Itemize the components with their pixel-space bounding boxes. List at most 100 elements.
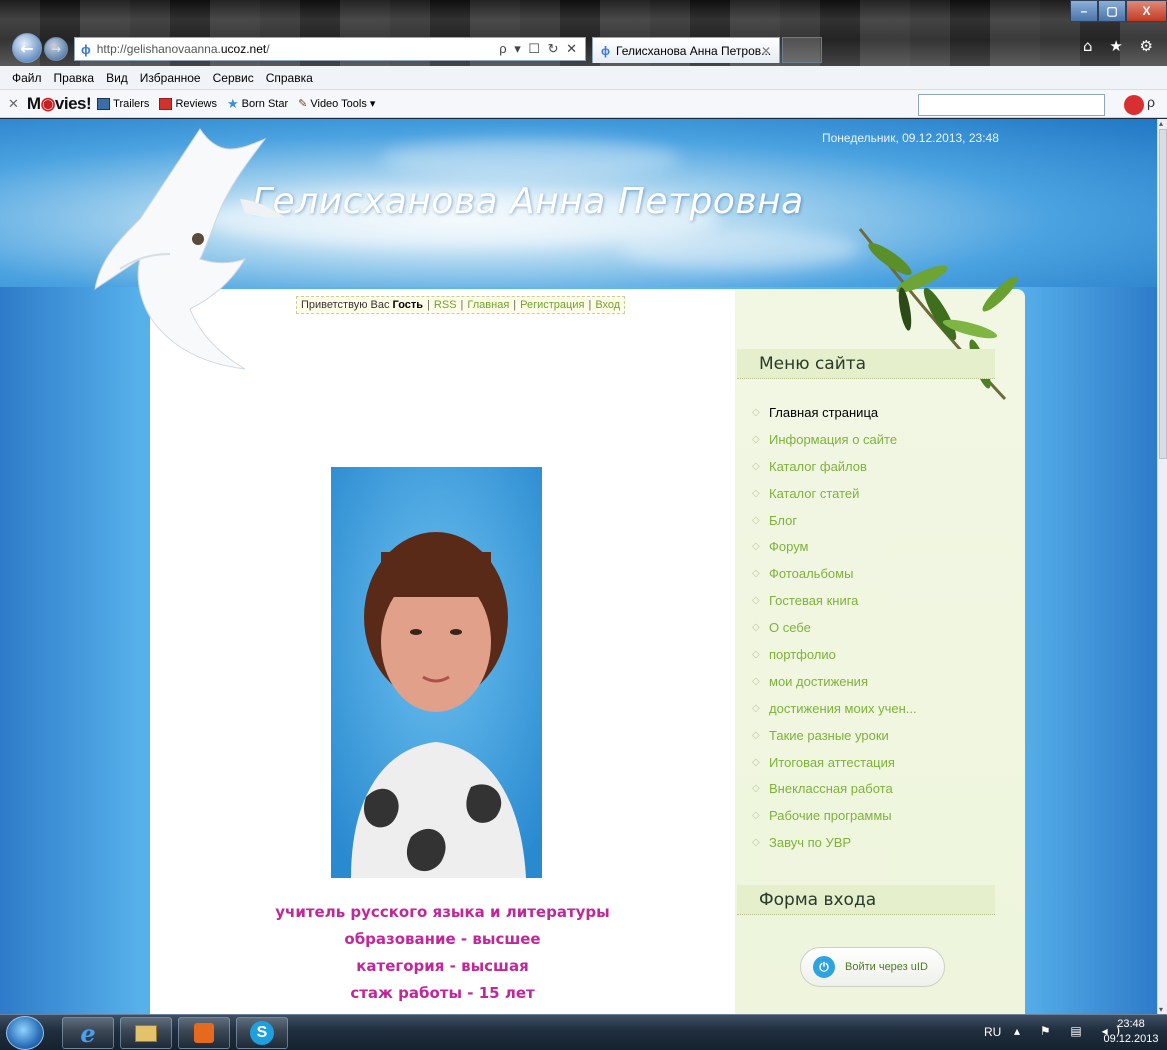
forward-arrow-icon: → bbox=[50, 42, 62, 56]
site-title[interactable]: Гелисханова Анна Петровна bbox=[252, 181, 804, 222]
minimize-button[interactable]: – bbox=[1070, 0, 1098, 22]
star-icon: ★ bbox=[227, 95, 239, 111]
menu-favorites[interactable]: Избранное bbox=[140, 71, 201, 85]
register-link[interactable]: Регистрация bbox=[520, 299, 584, 311]
address-actions[interactable]: ρ ▾ ☐ ↻ ✕ bbox=[499, 41, 579, 57]
taskbar-ie[interactable]: e bbox=[62, 1017, 114, 1049]
toolbar-trailers[interactable]: Trailers bbox=[97, 97, 149, 110]
address-domain: ucoz.net bbox=[220, 42, 267, 56]
sidebar-menu-item[interactable]: ◇ достижения моих учен... bbox=[752, 695, 917, 722]
browser-titlebar: ← → ϕ http://gelishanovaanna. ucoz.net / ρ… bbox=[0, 0, 1167, 66]
web-page: Понедельник, 09.12.2013, 23:48 Гелисхано… bbox=[0, 119, 1157, 1014]
profile-photo bbox=[331, 467, 542, 878]
sidebar-menu-item[interactable]: ◇ Форум bbox=[752, 533, 917, 560]
sidebar-menu-item[interactable]: ◇ портфолио bbox=[752, 641, 917, 668]
taskbar-media-player[interactable] bbox=[178, 1017, 230, 1049]
sidebar-menu-item[interactable]: ◇ Гостевая книга bbox=[752, 587, 917, 614]
sidebar-menu-label: Такие разные уроки bbox=[769, 727, 889, 743]
site-favicon-icon: ϕ bbox=[81, 41, 91, 57]
back-button[interactable]: ← bbox=[12, 33, 42, 63]
olive-branch-icon bbox=[858, 228, 1018, 401]
sidebar-menu-label: Форум bbox=[769, 539, 809, 555]
tab-active[interactable]: ϕ Гелисханова Анна Петров... ✕ bbox=[592, 37, 780, 63]
menu-box-title: Меню сайта bbox=[737, 349, 995, 379]
sidebar-menu-item[interactable]: ◇ Информация о сайте bbox=[752, 426, 917, 453]
uid-login-button[interactable]: ⏻ Войти через uID bbox=[800, 947, 945, 987]
sidebar-menu-item[interactable]: ◇ Внеклассная работа bbox=[752, 775, 917, 802]
sidebar-menu-item[interactable]: ◇ Главная страница bbox=[752, 399, 917, 426]
dove-icon bbox=[94, 128, 285, 370]
taskbar-explorer[interactable] bbox=[120, 1017, 172, 1049]
scroll-up-icon[interactable]: ▴ bbox=[1159, 119, 1163, 128]
screen: ← → ϕ http://gelishanovaanna. ucoz.net / ρ… bbox=[0, 0, 1167, 1050]
sidebar-menu-item[interactable]: ◇ Итоговая аттестация bbox=[752, 749, 917, 776]
sidebar-menu-item[interactable]: ◇ Рабочие программы bbox=[752, 802, 917, 829]
bullet-icon: ◇ bbox=[752, 622, 760, 634]
sidebar-menu-label: Итоговая аттестация bbox=[769, 754, 895, 770]
taskbar-skype[interactable]: S bbox=[236, 1017, 288, 1049]
menu-file[interactable]: Файл bbox=[12, 71, 42, 85]
guest-name: Гость bbox=[392, 299, 424, 311]
menu-help[interactable]: Справка bbox=[266, 71, 313, 85]
new-tab-button[interactable] bbox=[782, 37, 822, 63]
bullet-icon: ◇ bbox=[752, 406, 760, 418]
start-button[interactable] bbox=[6, 1016, 44, 1050]
taskbar: e S RU ▴ ⚑ ▤ ◂) 23:48 09.12.2013 bbox=[0, 1014, 1167, 1050]
bullet-icon: ◇ bbox=[752, 568, 760, 580]
toolbar-close-icon[interactable]: ✕ bbox=[8, 96, 19, 112]
uid-icon: ⏻ bbox=[813, 956, 835, 978]
bullet-icon: ◇ bbox=[752, 675, 760, 687]
uid-login-label: Войти через uID bbox=[845, 961, 928, 973]
scroll-down-icon[interactable]: ▾ bbox=[1159, 1005, 1163, 1014]
sidebar-menu-label: Гостевая книга bbox=[769, 593, 859, 609]
clock-time: 23:48 bbox=[1117, 1018, 1145, 1030]
login-box-title: Форма входа bbox=[737, 885, 995, 915]
sidebar-menu-label: портфолио bbox=[769, 646, 836, 662]
sidebar-menu-item[interactable]: ◇ Блог bbox=[752, 507, 917, 534]
sidebar-menu-item[interactable]: ◇ Фотоальбомы bbox=[752, 560, 917, 587]
sidebar-menu-label: Рабочие программы bbox=[769, 808, 892, 824]
sidebar-menu-item[interactable]: ◇ О себе bbox=[752, 614, 917, 641]
scroll-thumb[interactable] bbox=[1159, 129, 1167, 459]
greeting-bar: Приветствую Вас Гость | RSS | Главная | Рег… bbox=[296, 296, 626, 314]
toolbar-born-star[interactable]: ★ Born Star bbox=[227, 96, 288, 112]
clock-date: 09.12.2013 bbox=[1103, 1033, 1159, 1045]
popcorn-icon bbox=[159, 97, 173, 110]
movies-logo[interactable]: M◉vies! bbox=[27, 94, 92, 114]
toolbar-search-input[interactable]: ▾ bbox=[918, 94, 1134, 116]
ask-search-icon[interactable] bbox=[1124, 95, 1144, 115]
bullet-icon: ◇ bbox=[752, 433, 760, 445]
sidebar-menu-item[interactable]: ◇ Такие разные уроки bbox=[752, 722, 917, 749]
sidebar-menu-label: Главная страница bbox=[769, 404, 879, 420]
bullet-icon: ◇ bbox=[752, 783, 760, 795]
greeting-prefix: Приветствую Вас bbox=[301, 299, 390, 311]
menu-edit[interactable]: Правка bbox=[54, 71, 95, 85]
language-indicator[interactable]: RU bbox=[984, 1025, 1001, 1039]
home-link[interactable]: Главная bbox=[467, 299, 509, 311]
vertical-scrollbar[interactable]: ▴ ▾ bbox=[1157, 119, 1167, 1014]
sidebar-menu-label: мои достижения bbox=[769, 673, 868, 689]
toolbar-video-tools[interactable]: ✎ Video Tools ▾ bbox=[298, 97, 375, 110]
home-favorites-tools-icons[interactable]: ⌂ ★ ⚙ bbox=[1083, 37, 1159, 55]
maximize-button[interactable]: ▢ bbox=[1098, 0, 1126, 22]
skype-icon: S bbox=[250, 1021, 274, 1045]
sidebar-menu-item[interactable]: ◇ мои достижения bbox=[752, 668, 917, 695]
sidebar-menu-label: О себе bbox=[769, 620, 811, 636]
clock[interactable]: 23:48 09.12.2013 bbox=[1098, 1017, 1164, 1047]
search-icon[interactable]: ρ bbox=[1147, 94, 1155, 110]
toolbar-reviews[interactable]: Reviews bbox=[159, 97, 217, 110]
menu-view[interactable]: Вид bbox=[106, 71, 128, 85]
tab-title: Гелисханова Анна Петров... bbox=[616, 43, 772, 58]
menu-tools[interactable]: Сервис bbox=[213, 71, 254, 85]
address-bar[interactable]: ϕ http://gelishanovaanna. ucoz.net / ρ ▾ ☐… bbox=[74, 37, 586, 61]
login-link[interactable]: Вход bbox=[595, 299, 620, 311]
sidebar-menu-item[interactable]: ◇ Завуч по УВР bbox=[752, 829, 917, 856]
close-window-button[interactable]: X bbox=[1126, 0, 1167, 22]
tab-close-icon[interactable]: ✕ bbox=[761, 44, 771, 58]
sidebar-menu-item[interactable]: ◇ Каталог статей bbox=[752, 480, 917, 507]
bullet-icon: ◇ bbox=[752, 541, 760, 553]
forward-button[interactable]: → bbox=[44, 37, 68, 61]
rss-link[interactable]: RSS bbox=[434, 299, 457, 311]
sidebar-menu-item[interactable]: ◇ Каталог файлов bbox=[752, 453, 917, 480]
film-icon bbox=[97, 97, 111, 110]
